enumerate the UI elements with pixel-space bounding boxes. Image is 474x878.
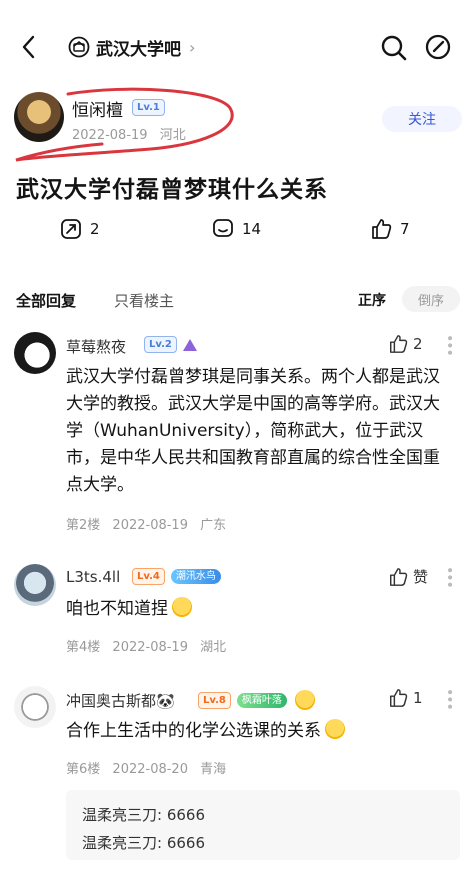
- avatar[interactable]: [14, 686, 56, 728]
- comment-count: 14: [242, 220, 262, 238]
- tab-op-only[interactable]: 只看楼主: [114, 290, 174, 311]
- like-count: 7: [400, 220, 410, 238]
- author-name[interactable]: 恒闲檀: [72, 96, 123, 121]
- comment-like-label: 赞: [413, 568, 429, 586]
- thumbs-up-icon: [390, 689, 408, 707]
- more-options-icon[interactable]: •••: [441, 566, 457, 588]
- comment-meta: 第2楼 2022-08-19 广东: [66, 514, 226, 533]
- comment-stat[interactable]: 14: [212, 218, 261, 240]
- forum-logo-icon: [68, 36, 90, 58]
- comment-like-button[interactable]: 赞: [388, 566, 428, 587]
- emoji-icon: [294, 690, 315, 710]
- comment-badges: Lv.8 枫霜叶落: [198, 690, 315, 710]
- comment-item: 草莓熬夜 Lv.2 2 ••• 武汉大学付磊曾梦琪是同事关系。两个人都是武汉大学…: [14, 332, 460, 533]
- comment-location: 湖北: [200, 640, 227, 655]
- floor-number: 第4楼: [66, 640, 101, 655]
- honor-badge: 潮汛水鸟: [170, 569, 221, 584]
- order-desc[interactable]: 倒序: [402, 286, 460, 312]
- comment-text: 咱也不知道捏: [66, 596, 452, 623]
- comment-date: 2022-08-20: [112, 762, 188, 777]
- comment-date: 2022-08-19: [112, 640, 188, 655]
- comment-like-button[interactable]: 1: [388, 688, 423, 708]
- search-icon[interactable]: [380, 34, 408, 62]
- like-stat[interactable]: 7: [370, 218, 410, 240]
- comment-icon: [213, 219, 233, 237]
- level-badge: Lv.2: [144, 336, 177, 353]
- order-asc[interactable]: 正序: [358, 290, 386, 310]
- level-badge: Lv.4: [132, 568, 165, 585]
- tab-all-replies[interactable]: 全部回复: [16, 290, 76, 311]
- comment-date: 2022-08-19: [112, 518, 188, 533]
- reply-tabs: 全部回复 只看楼主 正序 倒序: [0, 286, 474, 316]
- share-stat[interactable]: 2: [60, 218, 100, 240]
- comment-text: 武汉大学付磊曾梦琪是同事关系。两个人都是武汉大学的教授。武汉大学是中国的高等学府…: [66, 367, 440, 495]
- forum-link[interactable]: 武汉大学吧 ›: [68, 34, 195, 60]
- forum-name: 武汉大学吧: [96, 39, 181, 60]
- comment-like-count: 1: [413, 689, 423, 707]
- level-badge: Lv.1: [132, 99, 165, 116]
- post-stats: 2 14 7: [0, 218, 474, 246]
- comment-text-content: 咱也不知道捏: [66, 599, 168, 619]
- comment-user-name[interactable]: L3ts.4ll: [66, 568, 120, 586]
- top-bar: 武汉大学吧 ›: [0, 0, 474, 92]
- more-options-icon[interactable]: •••: [441, 334, 457, 356]
- avatar[interactable]: [14, 92, 64, 142]
- level-badge: Lv.8: [198, 691, 231, 709]
- post-location: 河北: [159, 128, 186, 143]
- sub-reply: 温柔亮三刀: 6666: [82, 806, 206, 824]
- avatar[interactable]: [14, 564, 56, 606]
- comment-like-button[interactable]: 2: [388, 334, 423, 354]
- comment-like-count: 2: [413, 335, 423, 353]
- edit-icon[interactable]: [424, 33, 452, 61]
- comment-item: 冲国奥古斯都🐼 Lv.8 枫霜叶落 1 ••• 合作上生活中的化学公选课的关系 …: [14, 686, 460, 786]
- comment-location: 广东: [200, 518, 227, 533]
- floor-number: 第6楼: [66, 762, 101, 777]
- share-count: 2: [90, 220, 100, 238]
- comment-text: 合作上生活中的化学公选课的关系: [66, 718, 452, 745]
- sub-reply-user[interactable]: 温柔亮三刀: [82, 834, 157, 852]
- share-icon: [61, 219, 81, 239]
- post-date: 2022-08-19: [72, 128, 148, 143]
- comment-location: 青海: [200, 762, 227, 777]
- sub-reply: 温柔亮三刀: 6666: [82, 834, 206, 852]
- rank-triangle-icon: [182, 338, 197, 351]
- comment-item: L3ts.4ll Lv.4 潮汛水鸟 赞 ••• 咱也不知道捏 第4楼 2022…: [14, 564, 460, 660]
- comment-badges: Lv.4 潮汛水鸟: [132, 568, 221, 585]
- honor-badge: 枫霜叶落: [236, 692, 287, 708]
- sub-reply-user[interactable]: 温柔亮三刀: [82, 806, 157, 824]
- comment-text-content: 合作上生活中的化学公选课的关系: [66, 721, 321, 741]
- follow-button[interactable]: 关注: [382, 106, 462, 132]
- floor-number: 第2楼: [66, 518, 101, 533]
- post-title: 武汉大学付磊曾梦琪什么关系: [16, 177, 328, 203]
- thumbs-up-icon: [390, 567, 408, 586]
- thumbs-up-icon: [372, 219, 392, 239]
- avatar[interactable]: [14, 332, 56, 374]
- emoji-icon: [325, 719, 345, 739]
- sub-replies[interactable]: 温柔亮三刀: 6666 温柔亮三刀: 6666: [66, 790, 460, 860]
- back-arrow-icon[interactable]: [18, 34, 42, 60]
- author-meta: 2022-08-19 河北: [72, 124, 186, 143]
- comment-meta: 第6楼 2022-08-20 青海: [66, 758, 226, 777]
- comment-user-name[interactable]: 冲国奥古斯都🐼: [66, 690, 175, 711]
- thumbs-up-icon: [390, 335, 408, 353]
- comment-meta: 第4楼 2022-08-19 湖北: [66, 636, 226, 655]
- sub-reply-text: 6666: [166, 834, 206, 852]
- chevron-right-icon: ›: [189, 37, 196, 57]
- comment-badges: Lv.2: [144, 336, 197, 353]
- sub-reply-text: 6666: [166, 806, 206, 824]
- emoji-icon: [172, 597, 192, 617]
- comment-user-name[interactable]: 草莓熬夜: [66, 336, 126, 357]
- more-options-icon[interactable]: •••: [441, 688, 457, 710]
